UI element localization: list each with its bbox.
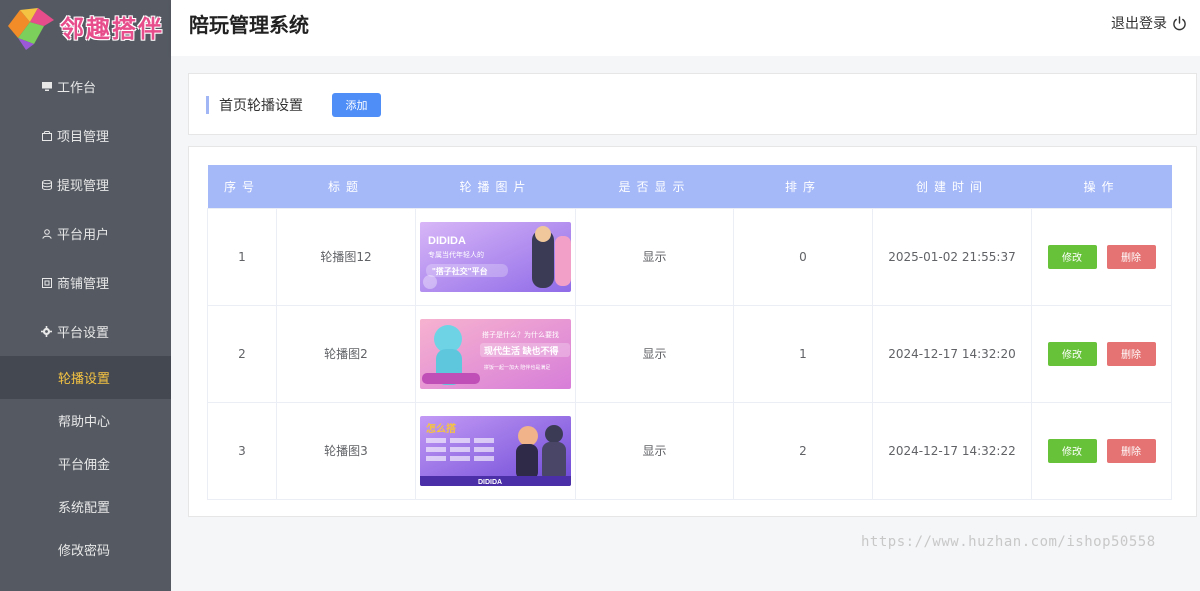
sidebar-menu: 工作台 项目管理 提现管理 平台用户 商铺管理 平台设置 轮播设置 帮助中心 平… <box>0 62 171 571</box>
banner-text: DIDIDA <box>428 235 466 247</box>
banner-thumbnail[interactable]: 怎么搭 DIDIDA <box>420 415 571 486</box>
cell-sort: 2 <box>733 401 873 500</box>
cell-image: DIDIDA 专属当代年轻人的 "搭子社交"平台 <box>415 207 576 306</box>
sidebar-item-stores[interactable]: 商铺管理 <box>0 258 171 307</box>
edit-button[interactable]: 修改 <box>1047 341 1097 366</box>
column-header-created: 创建时间 <box>872 165 1032 208</box>
main-content: 首页轮播设置 添加 序号 标题 轮播图片 是否显示 排序 创建时间 操作 1 轮… <box>171 56 1200 591</box>
cell-title: 轮播图12 <box>276 207 416 306</box>
sidebar-subitem-banner-settings[interactable]: 轮播设置 <box>0 356 171 399</box>
sidebar-item-label: 商铺管理 <box>57 277 110 292</box>
column-header-sort: 排序 <box>733 165 873 208</box>
banner-text: "搭子社交"平台 <box>432 266 488 276</box>
box-icon <box>41 130 52 141</box>
table-row: 2 轮播图2 搭子是什么？为什么要找 现代生活 缺也不得 拼饭一起一加大 陪伴也… <box>207 304 1172 403</box>
banner-thumbnail[interactable]: DIDIDA 专属当代年轻人的 "搭子社交"平台 <box>420 221 571 292</box>
column-header-title: 标题 <box>276 165 416 208</box>
cell-index: 2 <box>207 304 277 403</box>
cell-actions: 修改 删除 <box>1031 207 1172 306</box>
sidebar-item-projects[interactable]: 项目管理 <box>0 111 171 160</box>
column-header-index: 序号 <box>207 165 277 208</box>
sidebar-item-label: 工作台 <box>57 81 97 96</box>
sidebar-subitem-help-center[interactable]: 帮助中心 <box>0 399 171 442</box>
cell-created: 2025-01-02 21:55:37 <box>872 207 1032 306</box>
sidebar-item-label: 平台设置 <box>57 326 110 341</box>
banner-thumbnail[interactable]: 搭子是什么？为什么要找 现代生活 缺也不得 拼饭一起一加大 陪伴也是满足 <box>420 318 571 389</box>
cell-visible: 显示 <box>575 304 734 403</box>
cell-index: 1 <box>207 207 277 306</box>
sidebar-item-label: 提现管理 <box>57 179 110 194</box>
banner-text: 搭子是什么？为什么要找 <box>482 330 559 339</box>
banner-text: 现代生活 缺也不得 <box>484 345 559 356</box>
cell-index: 3 <box>207 401 277 500</box>
monitor-icon <box>41 81 52 92</box>
column-header-image: 轮播图片 <box>415 165 576 208</box>
banner-text: 拼饭一起一加大 陪伴也是满足 <box>484 364 550 371</box>
cell-sort: 1 <box>733 304 873 403</box>
watermark: https://www.huzhan.com/ishop50558 <box>861 534 1156 550</box>
delete-button[interactable]: 删除 <box>1106 244 1156 269</box>
edit-button[interactable]: 修改 <box>1047 244 1097 269</box>
title-accent-bar <box>206 96 209 114</box>
add-button[interactable]: 添加 <box>332 93 381 117</box>
logo-text: 邻趣搭伴 <box>60 14 164 43</box>
cell-visible: 显示 <box>575 401 734 500</box>
cell-image: 搭子是什么？为什么要找 现代生活 缺也不得 拼饭一起一加大 陪伴也是满足 <box>415 304 576 403</box>
logo: 邻趣搭伴 <box>0 0 171 56</box>
table-row: 1 轮播图12 DIDIDA 专属当代年轻人的 "搭子社交"平台 显示 0 20… <box>207 207 1172 306</box>
cell-created: 2024-12-17 14:32:22 <box>872 401 1032 500</box>
page-title: 陪玩管理系统 <box>189 13 309 37</box>
cell-title: 轮播图3 <box>276 401 416 500</box>
logo-icon <box>8 8 54 50</box>
table-row: 3 轮播图3 怎么搭 DIDIDA 显示 2 2024-12-17 14:32:… <box>207 401 1172 500</box>
logout-label: 退出登录 <box>1111 16 1167 32</box>
banner-text: 专属当代年轻人的 <box>428 250 484 259</box>
sidebar-subitem-change-password[interactable]: 修改密码 <box>0 528 171 571</box>
section-title: 首页轮播设置 <box>219 98 303 114</box>
banner-text: DIDIDA <box>478 479 502 486</box>
logout-button[interactable]: 退出登录 <box>1111 13 1187 33</box>
cell-created: 2024-12-17 14:32:20 <box>872 304 1032 403</box>
cell-image: 怎么搭 DIDIDA <box>415 401 576 500</box>
cell-sort: 0 <box>733 207 873 306</box>
sidebar: 邻趣搭伴 工作台 项目管理 提现管理 平台用户 商铺管理 平台设置 轮播设置 帮… <box>0 0 171 591</box>
banner-table: 序号 标题 轮播图片 是否显示 排序 创建时间 操作 1 轮播图12 DIDID… <box>207 165 1172 500</box>
sidebar-subitem-system-config[interactable]: 系统配置 <box>0 485 171 528</box>
sidebar-item-workbench[interactable]: 工作台 <box>0 62 171 111</box>
delete-button[interactable]: 删除 <box>1106 341 1156 366</box>
sidebar-item-withdrawals[interactable]: 提现管理 <box>0 160 171 209</box>
database-icon <box>41 179 52 190</box>
table-card: 序号 标题 轮播图片 是否显示 排序 创建时间 操作 1 轮播图12 DIDID… <box>188 146 1197 517</box>
sidebar-item-settings[interactable]: 平台设置 <box>0 307 171 356</box>
sidebar-item-label: 平台用户 <box>57 228 110 243</box>
gear-icon <box>41 326 52 337</box>
sidebar-item-label: 项目管理 <box>57 130 110 145</box>
power-icon <box>1173 15 1186 30</box>
column-header-visible: 是否显示 <box>575 165 734 208</box>
top-header: 陪玩管理系统 退出登录 <box>171 0 1200 56</box>
cell-actions: 修改 删除 <box>1031 401 1172 500</box>
banner-text: 怎么搭 <box>426 422 457 435</box>
cell-visible: 显示 <box>575 207 734 306</box>
table-header-row: 序号 标题 轮播图片 是否显示 排序 创建时间 操作 <box>207 165 1172 208</box>
section-header-card: 首页轮播设置 添加 <box>188 73 1197 135</box>
cell-actions: 修改 删除 <box>1031 304 1172 403</box>
edit-button[interactable]: 修改 <box>1047 438 1097 463</box>
store-icon <box>41 277 52 288</box>
cell-title: 轮播图2 <box>276 304 416 403</box>
delete-button[interactable]: 删除 <box>1106 438 1156 463</box>
sidebar-item-users[interactable]: 平台用户 <box>0 209 171 258</box>
sidebar-subitem-commission[interactable]: 平台佣金 <box>0 442 171 485</box>
user-icon <box>41 228 52 239</box>
column-header-actions: 操作 <box>1031 165 1172 208</box>
